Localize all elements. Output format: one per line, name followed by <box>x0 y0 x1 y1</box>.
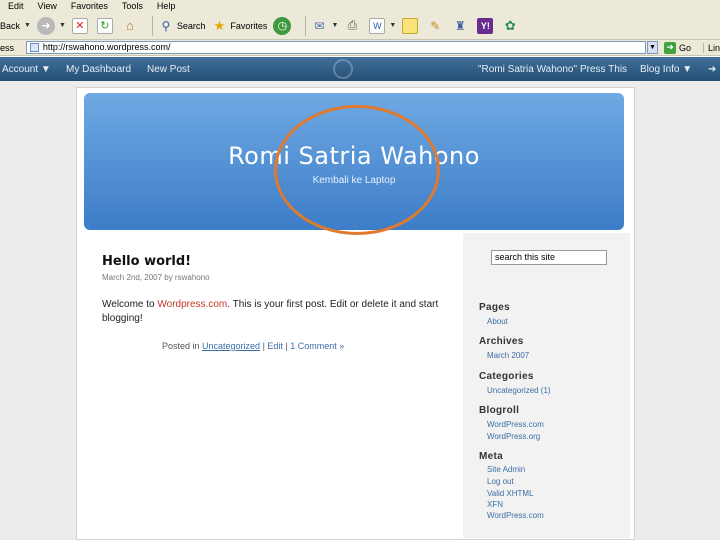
forward-arrow-icon: ➜ <box>36 16 55 35</box>
sidebar-link-about[interactable]: About <box>487 317 508 326</box>
posted-in-label: Posted in <box>162 341 203 351</box>
edit-button[interactable]: W ▼ <box>369 17 396 34</box>
research-button[interactable]: ✎ <box>427 18 446 34</box>
msn-button[interactable]: ✿ <box>502 18 521 34</box>
sidebar-link-category[interactable]: Uncategorized (1) <box>487 386 551 395</box>
sidebar-link-xfn[interactable]: XFN <box>487 500 503 509</box>
sidebar-heading-archives: Archives <box>479 336 524 347</box>
post-title[interactable]: Hello world! <box>102 254 191 269</box>
sidebar-link-wordpress-org[interactable]: WordPress.org <box>487 432 540 441</box>
address-dropdown-icon[interactable]: ▼ <box>647 41 658 54</box>
refresh-icon: ↻ <box>96 17 113 34</box>
sidebar-heading-pages: Pages <box>479 302 510 313</box>
forward-button[interactable]: ➜ ▼ <box>36 16 66 35</box>
word-edit-icon: W <box>369 17 386 34</box>
back-dropdown-icon[interactable]: ▼ <box>24 22 31 29</box>
go-arrow-icon: ➜ <box>663 41 676 54</box>
mail-icon: ✉ <box>314 18 325 33</box>
category-link[interactable]: Uncategorized <box>202 341 260 351</box>
search-button[interactable]: ⚲ Search <box>158 18 206 34</box>
page-icon <box>29 43 39 52</box>
post-footer: Posted in Uncategorized | Edit | 1 Comme… <box>162 341 344 351</box>
comments-link[interactable]: 1 Comment » <box>290 341 344 351</box>
address-input[interactable]: http://rswahono.wordpress.com/ <box>25 41 646 54</box>
sidebar-link-log-out[interactable]: Log out <box>487 477 514 486</box>
mail-dropdown-icon[interactable]: ▼ <box>331 22 338 29</box>
blog-info-menu[interactable]: Blog Info ▼ <box>640 64 692 75</box>
search-input[interactable]: search this site <box>491 250 607 265</box>
account-menu[interactable]: Account ▼ <box>2 64 51 75</box>
press-this-link[interactable]: Press This <box>580 64 627 75</box>
new-post-link[interactable]: New Post <box>147 64 190 75</box>
discuss-button[interactable] <box>402 17 421 34</box>
annotation-circle <box>274 105 440 235</box>
history-icon: ◷ <box>273 16 292 35</box>
menu-view[interactable]: View <box>38 1 57 11</box>
sidebar-link-archive[interactable]: March 2007 <box>487 351 529 360</box>
print-button[interactable]: ⎙ <box>344 18 363 34</box>
address-label: ess <box>0 42 15 53</box>
menu-edit[interactable]: Edit <box>8 1 24 11</box>
post-body: Welcome to Wordpress.com. This is your f… <box>102 298 452 326</box>
menu-tools[interactable]: Tools <box>122 1 143 11</box>
browser-toolbar: Back ▼ ➜ ▼ ✕ ↻ ⌂ ⚲ Search ★ Favorites ◷ … <box>0 12 720 40</box>
dashboard-link[interactable]: My Dashboard <box>66 64 131 75</box>
sidebar-link-wordpress-com[interactable]: WordPress.com <box>487 420 544 429</box>
wordpress-admin-bar: Account ▼ My Dashboard New Post "Romi Sa… <box>0 57 720 81</box>
back-button[interactable]: Back ▼ <box>0 21 31 31</box>
go-label: Go <box>678 42 691 53</box>
wordpress-logo-icon <box>333 59 353 79</box>
sidebar-link-valid-xhtml[interactable]: Valid XHTML <box>487 489 534 498</box>
print-icon: ⎙ <box>347 18 358 32</box>
msn-buddy-icon: ✿ <box>504 17 516 33</box>
yahoo-button[interactable]: Y! <box>477 17 496 34</box>
sidebar-link-site-admin[interactable]: Site Admin <box>487 465 525 474</box>
links-button[interactable]: Lin <box>702 42 720 53</box>
note-icon <box>402 17 419 34</box>
stop-button[interactable]: ✕ <box>71 17 91 34</box>
home-icon: ⌂ <box>125 18 134 33</box>
home-button[interactable]: ⌂ <box>122 18 141 34</box>
yahoo-icon: Y! <box>477 17 494 34</box>
favorites-star-icon: ★ <box>213 17 226 33</box>
search-label: Search <box>176 20 206 31</box>
sidebar-heading-meta: Meta <box>479 451 503 462</box>
stop-icon: ✕ <box>71 17 88 34</box>
research-icon: ✎ <box>430 18 441 33</box>
post-meta: March 2nd, 2007 by rswahono <box>102 273 210 282</box>
toolbar-separator <box>151 15 153 36</box>
menu-bar: Edit View Favorites Tools Help <box>0 0 720 12</box>
favorites-label: Favorites <box>230 20 268 31</box>
go-button[interactable]: ➜ Go <box>663 41 691 54</box>
sidebar-heading-categories: Categories <box>479 371 534 382</box>
address-bar: ess http://rswahono.wordpress.com/ ▼ ➜ G… <box>0 40 720 56</box>
address-url: http://rswahono.wordpress.com/ <box>42 42 171 52</box>
favorites-button[interactable]: ★ Favorites <box>211 17 268 34</box>
more-arrow-icon[interactable]: ➜ <box>708 64 716 75</box>
mail-button[interactable]: ✉ ▼ <box>311 18 338 34</box>
edit-link[interactable]: Edit <box>267 341 283 351</box>
blog-name-link[interactable]: "Romi Satria Wahono" <box>478 64 577 75</box>
wordpress-link[interactable]: Wordpress.com <box>157 299 227 310</box>
forward-dropdown-icon[interactable]: ▼ <box>59 22 66 29</box>
toolbar-separator <box>305 15 307 36</box>
menu-help[interactable]: Help <box>157 1 176 11</box>
messenger-button[interactable]: ♜ <box>452 18 471 34</box>
refresh-button[interactable]: ↻ <box>96 17 116 34</box>
sidebar-heading-blogroll: Blogroll <box>479 405 520 416</box>
menu-favorites[interactable]: Favorites <box>71 1 108 11</box>
edit-dropdown-icon[interactable]: ▼ <box>389 22 396 29</box>
messenger-icon: ♜ <box>454 18 466 33</box>
sidebar-link-wordpress-meta[interactable]: WordPress.com <box>487 511 544 520</box>
search-icon: ⚲ <box>161 18 171 33</box>
post-body-text: Welcome to <box>102 299 158 310</box>
history-button[interactable]: ◷ <box>273 16 294 35</box>
back-label: Back <box>0 20 21 31</box>
